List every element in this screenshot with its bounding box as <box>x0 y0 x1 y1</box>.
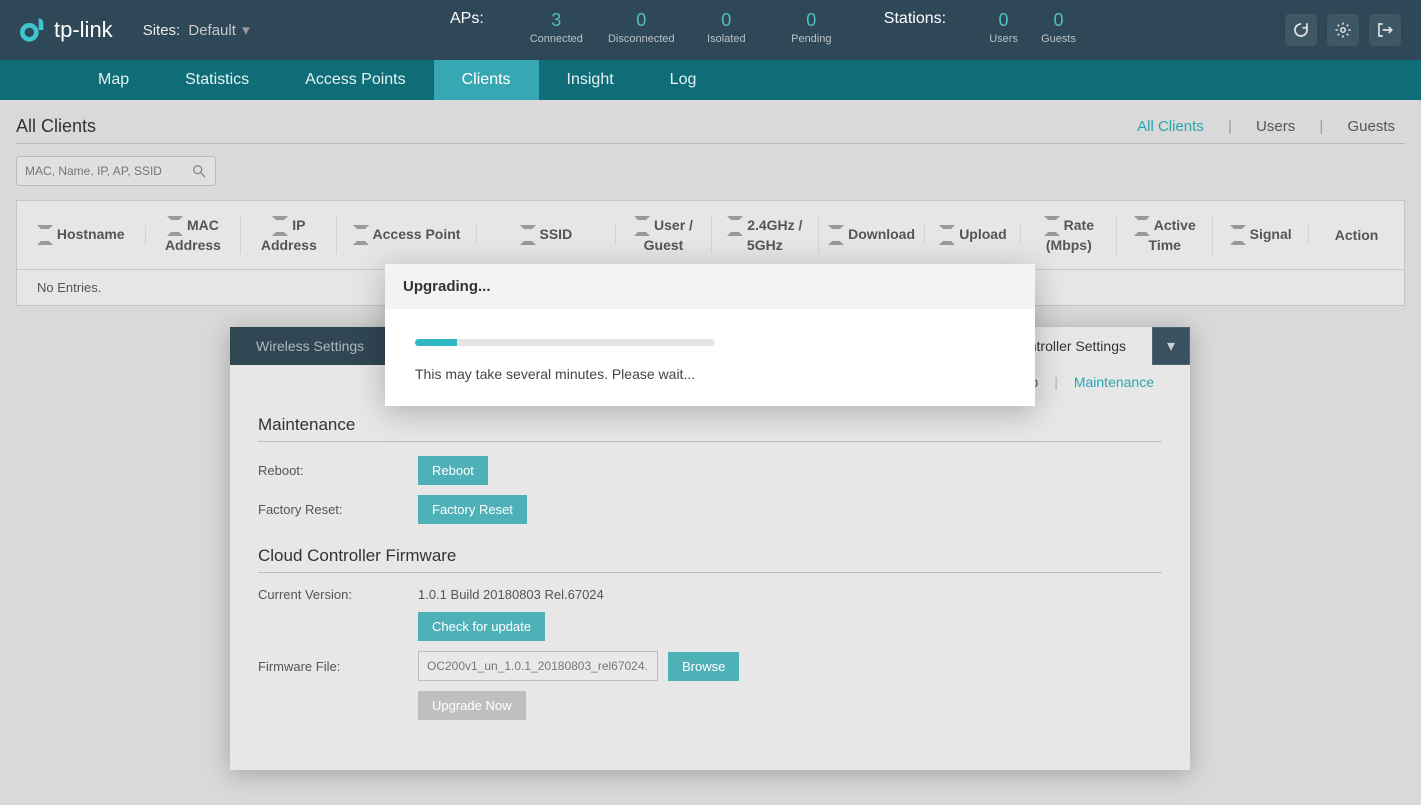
nav-access-points[interactable]: Access Points <box>277 60 433 100</box>
progress-bar <box>415 339 715 346</box>
current-version-label: Current Version: <box>258 587 418 602</box>
row-factory-reset: Factory Reset: Factory Reset <box>258 495 1162 524</box>
stations-guests[interactable]: 0Guests <box>1031 10 1086 45</box>
search-icon[interactable] <box>191 163 207 179</box>
modal-title: Upgrading... <box>385 264 1035 309</box>
col-ip[interactable]: IP Address <box>241 216 337 254</box>
tplink-icon <box>20 16 48 44</box>
stations-title: Stations: <box>884 10 946 27</box>
col-band[interactable]: 2.4GHz / 5GHz <box>712 216 819 254</box>
section-firmware: Cloud Controller Firmware <box>258 538 1162 573</box>
col-mac[interactable]: MAC Address <box>146 216 242 254</box>
filter-guests[interactable]: Guests <box>1337 118 1405 135</box>
col-ssid[interactable]: SSID <box>477 225 616 245</box>
nav-statistics[interactable]: Statistics <box>157 60 277 100</box>
col-active-time[interactable]: Active Time <box>1117 216 1213 254</box>
aps-connected[interactable]: 3Connected <box>514 10 599 45</box>
browse-button[interactable]: Browse <box>668 652 739 681</box>
site-label: Sites: <box>143 22 181 39</box>
check-for-update-button[interactable]: Check for update <box>418 612 545 641</box>
header-icons <box>1285 14 1401 46</box>
aps-title: APs: <box>450 10 484 27</box>
nav-insight[interactable]: Insight <box>539 60 642 100</box>
col-hostname[interactable]: Hostname <box>17 225 146 245</box>
search-input[interactable] <box>25 164 191 178</box>
col-ap[interactable]: Access Point <box>337 225 476 245</box>
col-user-guest[interactable]: User / Guest <box>616 216 712 254</box>
firmware-file-label: Firmware File: <box>258 659 418 674</box>
row-upgrade-now: Upgrade Now <box>258 691 1162 720</box>
aps-items: 3Connected 0Disconnected 0Isolated 0Pend… <box>514 10 854 45</box>
aps-pending[interactable]: 0Pending <box>769 10 854 45</box>
nav-clients[interactable]: Clients <box>434 60 539 100</box>
reboot-label: Reboot: <box>258 463 418 478</box>
filter-tabs: All Clients | Users | Guests <box>1127 118 1405 135</box>
modal-body: This may take several minutes. Please wa… <box>385 309 1035 406</box>
row-firmware-file: Firmware File: Browse <box>258 651 1162 681</box>
stations-users[interactable]: 0Users <box>976 10 1031 45</box>
col-action: Action <box>1309 226 1404 244</box>
factory-reset-label: Factory Reset: <box>258 502 418 517</box>
stations-group: Stations: <box>884 10 946 28</box>
page-title: All Clients <box>16 116 96 137</box>
upgrade-now-button[interactable]: Upgrade Now <box>418 691 526 720</box>
brand-text: tp-link <box>54 17 113 43</box>
aps-isolated[interactable]: 0Isolated <box>684 10 769 45</box>
row-check-update: Check for update <box>258 612 1162 641</box>
factory-reset-button[interactable]: Factory Reset <box>418 495 527 524</box>
subtab-maintenance[interactable]: Maintenance <box>1066 374 1162 390</box>
current-version-value: 1.0.1 Build 20180803 Rel.67024 <box>418 587 604 602</box>
settings-body: Maintenance Reboot: Reboot Factory Reset… <box>230 399 1190 770</box>
site-selector[interactable]: Sites: Default ▾ <box>143 21 250 39</box>
tab-wireless-settings[interactable]: Wireless Settings <box>230 327 390 365</box>
page-top: All Clients All Clients | Users | Guests <box>16 116 1405 144</box>
panel-collapse-icon[interactable]: ▾ <box>1152 327 1190 365</box>
filter-users[interactable]: Users <box>1246 118 1305 135</box>
row-current-version: Current Version: 1.0.1 Build 20180803 Re… <box>258 587 1162 602</box>
gear-icon[interactable] <box>1327 14 1359 46</box>
row-reboot: Reboot: Reboot <box>258 456 1162 485</box>
brand-logo: tp-link <box>20 16 113 44</box>
search-box[interactable] <box>16 156 216 186</box>
col-upload[interactable]: Upload <box>925 225 1021 245</box>
section-maintenance: Maintenance <box>258 407 1162 442</box>
header-bar: tp-link Sites: Default ▾ APs: 3Connected… <box>0 0 1421 60</box>
main-nav: Map Statistics Access Points Clients Ins… <box>0 60 1421 100</box>
upgrade-modal: Upgrading... This may take several minut… <box>385 264 1035 406</box>
chevron-down-icon: ▾ <box>242 22 250 39</box>
nav-map[interactable]: Map <box>70 60 157 100</box>
aps-disconnected[interactable]: 0Disconnected <box>599 10 684 45</box>
nav-log[interactable]: Log <box>642 60 725 100</box>
table-head: Hostname MAC Address IP Address Access P… <box>17 201 1404 269</box>
header-stats: APs: 3Connected 0Disconnected 0Isolated … <box>450 10 1086 45</box>
col-download[interactable]: Download <box>819 225 926 245</box>
refresh-icon[interactable] <box>1285 14 1317 46</box>
stations-items: 0Users 0Guests <box>976 10 1086 45</box>
aps-group: APs: <box>450 10 484 28</box>
logout-icon[interactable] <box>1369 14 1401 46</box>
firmware-file-input[interactable] <box>418 651 658 681</box>
site-value: Default <box>188 22 236 39</box>
progress-fill <box>415 339 457 346</box>
reboot-button[interactable]: Reboot <box>418 456 488 485</box>
modal-message: This may take several minutes. Please wa… <box>415 366 1005 382</box>
col-rate[interactable]: Rate (Mbps) <box>1021 216 1117 254</box>
col-signal[interactable]: Signal <box>1213 225 1309 245</box>
filter-all-clients[interactable]: All Clients <box>1127 118 1214 135</box>
